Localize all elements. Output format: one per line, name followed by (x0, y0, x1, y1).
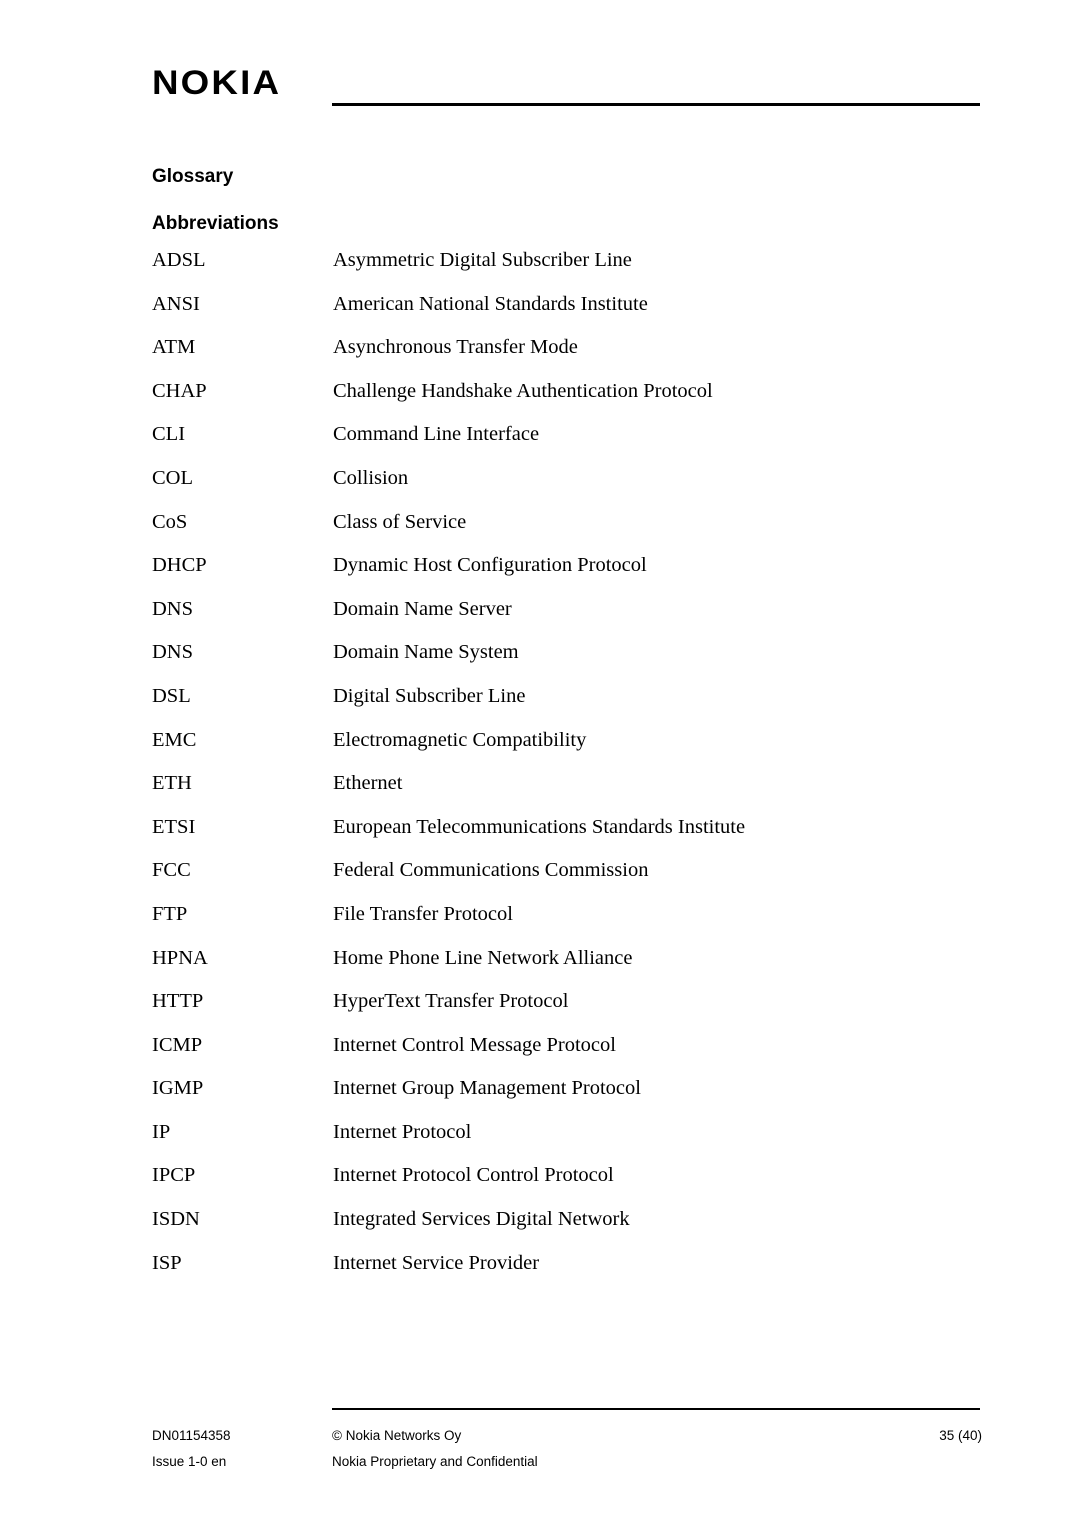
abbreviation-term: DNS (152, 641, 194, 664)
abbreviation-definition: Federal Communications Commission (333, 859, 649, 882)
list-item: CLI Command Line Interface (152, 423, 982, 467)
footer-confidentiality: Nokia Proprietary and Confidential (332, 1454, 538, 1469)
footer-row-top: DN01154358 © Nokia Networks Oy 35 (40) (152, 1428, 982, 1454)
list-item: ATM Asynchronous Transfer Mode (152, 336, 982, 380)
footer-page-number: 35 (40) (939, 1428, 982, 1443)
abbreviation-definition: Electromagnetic Compatibility (333, 728, 587, 751)
abbreviation-term: ATM (152, 336, 196, 359)
abbreviation-definition: Collision (333, 466, 409, 489)
abbreviation-definition: HyperText Transfer Protocol (333, 990, 569, 1013)
list-item: ICMP Internet Control Message Protocol (152, 1034, 982, 1078)
footer-divider (332, 1408, 980, 1410)
abbreviation-definition: Domain Name Server (333, 597, 512, 620)
abbreviation-definition: Challenge Handshake Authentication Proto… (333, 379, 713, 402)
list-item: HTTP HyperText Transfer Protocol (152, 990, 982, 1034)
abbreviation-term: FCC (152, 859, 191, 882)
list-item: ETSI European Telecommunications Standar… (152, 816, 982, 860)
abbreviation-definition: Digital Subscriber Line (333, 684, 526, 707)
abbreviation-term: EMC (152, 728, 197, 751)
abbreviation-definition: Dynamic Host Configuration Protocol (333, 554, 647, 577)
abbreviation-definition: Asymmetric Digital Subscriber Line (333, 249, 632, 271)
abbreviation-definition: Internet Service Provider (333, 1251, 540, 1274)
abbreviation-term: HPNA (152, 946, 208, 969)
abbreviation-term: CLI (152, 423, 186, 446)
list-item: ISDN Integrated Services Digital Network (152, 1208, 982, 1252)
list-item: EMC Electromagnetic Compatibility (152, 729, 982, 773)
page-footer: DN01154358 © Nokia Networks Oy 35 (40) I… (152, 1428, 982, 1480)
list-item: IPCP Internet Protocol Control Protocol (152, 1164, 982, 1208)
list-item: ADSL Asymmetric Digital Subscriber Line (152, 249, 982, 293)
abbreviation-definition: Internet Control Message Protocol (333, 1033, 616, 1056)
abbreviation-term: IP (152, 1120, 171, 1143)
list-item: ISP Internet Service Provider (152, 1252, 982, 1296)
abbreviation-term: CHAP (152, 379, 207, 402)
abbreviation-term: CoS (152, 510, 188, 533)
abbreviation-term: IGMP (152, 1077, 204, 1100)
list-item: IP Internet Protocol (152, 1121, 982, 1165)
list-item: DSL Digital Subscriber Line (152, 685, 982, 729)
abbreviation-definition: American National Standards Institute (333, 292, 648, 315)
footer-issue: Issue 1-0 en (152, 1454, 227, 1469)
abbreviation-term: IPCP (152, 1164, 196, 1187)
abbreviation-term: DHCP (152, 554, 207, 577)
abbreviation-definition: Integrated Services Digital Network (333, 1208, 630, 1231)
abbreviation-term: ICMP (152, 1033, 203, 1056)
abbreviation-term: HTTP (152, 990, 204, 1013)
list-item: COL Collision (152, 467, 982, 511)
nokia-logo: NOKIA (152, 64, 282, 102)
abbreviation-definition: Domain Name System (333, 641, 519, 664)
list-item: IGMP Internet Group Management Protocol (152, 1077, 982, 1121)
abbreviation-definition: Home Phone Line Network Alliance (333, 946, 633, 969)
abbreviation-definition: Internet Group Management Protocol (333, 1077, 641, 1100)
header-divider (332, 103, 980, 106)
abbreviation-term: ETH (152, 772, 192, 795)
abbreviation-term: ISDN (152, 1208, 200, 1231)
abbreviation-definition: Command Line Interface (333, 423, 540, 446)
list-item: ETH Ethernet (152, 772, 982, 816)
abbreviation-term: FTP (152, 902, 188, 925)
abbreviation-term: ADSL (152, 249, 206, 271)
list-item: HPNA Home Phone Line Network Alliance (152, 947, 982, 991)
list-item: CHAP Challenge Handshake Authentication … (152, 380, 982, 424)
abbreviation-definition: Class of Service (333, 510, 467, 533)
page-title: Glossary (152, 166, 234, 187)
list-item: DNS Domain Name Server (152, 598, 982, 642)
page-header: NOKIA (0, 0, 1080, 120)
abbreviation-term: COL (152, 466, 193, 489)
abbreviation-definition: Internet Protocol Control Protocol (333, 1164, 614, 1187)
abbreviation-definition: Asynchronous Transfer Mode (333, 336, 578, 359)
section-title-abbreviations: Abbreviations (152, 213, 279, 234)
list-item: ANSI American National Standards Institu… (152, 293, 982, 337)
document-page: NOKIA Glossary Abbreviations ADSL Asymme… (0, 0, 1080, 1528)
abbreviation-term: DSL (152, 684, 191, 707)
abbreviation-term: ANSI (152, 292, 200, 315)
list-item: DHCP Dynamic Host Configuration Protocol (152, 554, 982, 598)
abbreviation-definition: European Telecommunications Standards In… (333, 815, 746, 838)
abbreviations-list: ADSL Asymmetric Digital Subscriber Line … (152, 249, 982, 1295)
abbreviation-term: ETSI (152, 815, 196, 838)
list-item: CoS Class of Service (152, 511, 982, 555)
abbreviation-term: DNS (152, 597, 194, 620)
footer-document-id: DN01154358 (152, 1428, 231, 1443)
footer-row-bottom: Issue 1-0 en Nokia Proprietary and Confi… (152, 1454, 982, 1480)
abbreviation-definition: Ethernet (333, 772, 403, 795)
footer-copyright: © Nokia Networks Oy (332, 1428, 462, 1443)
abbreviation-definition: File Transfer Protocol (333, 902, 513, 925)
abbreviation-definition: Internet Protocol (333, 1120, 472, 1143)
list-item: FTP File Transfer Protocol (152, 903, 982, 947)
list-item: FCC Federal Communications Commission (152, 859, 982, 903)
abbreviation-term: ISP (152, 1251, 182, 1274)
list-item: DNS Domain Name System (152, 641, 982, 685)
